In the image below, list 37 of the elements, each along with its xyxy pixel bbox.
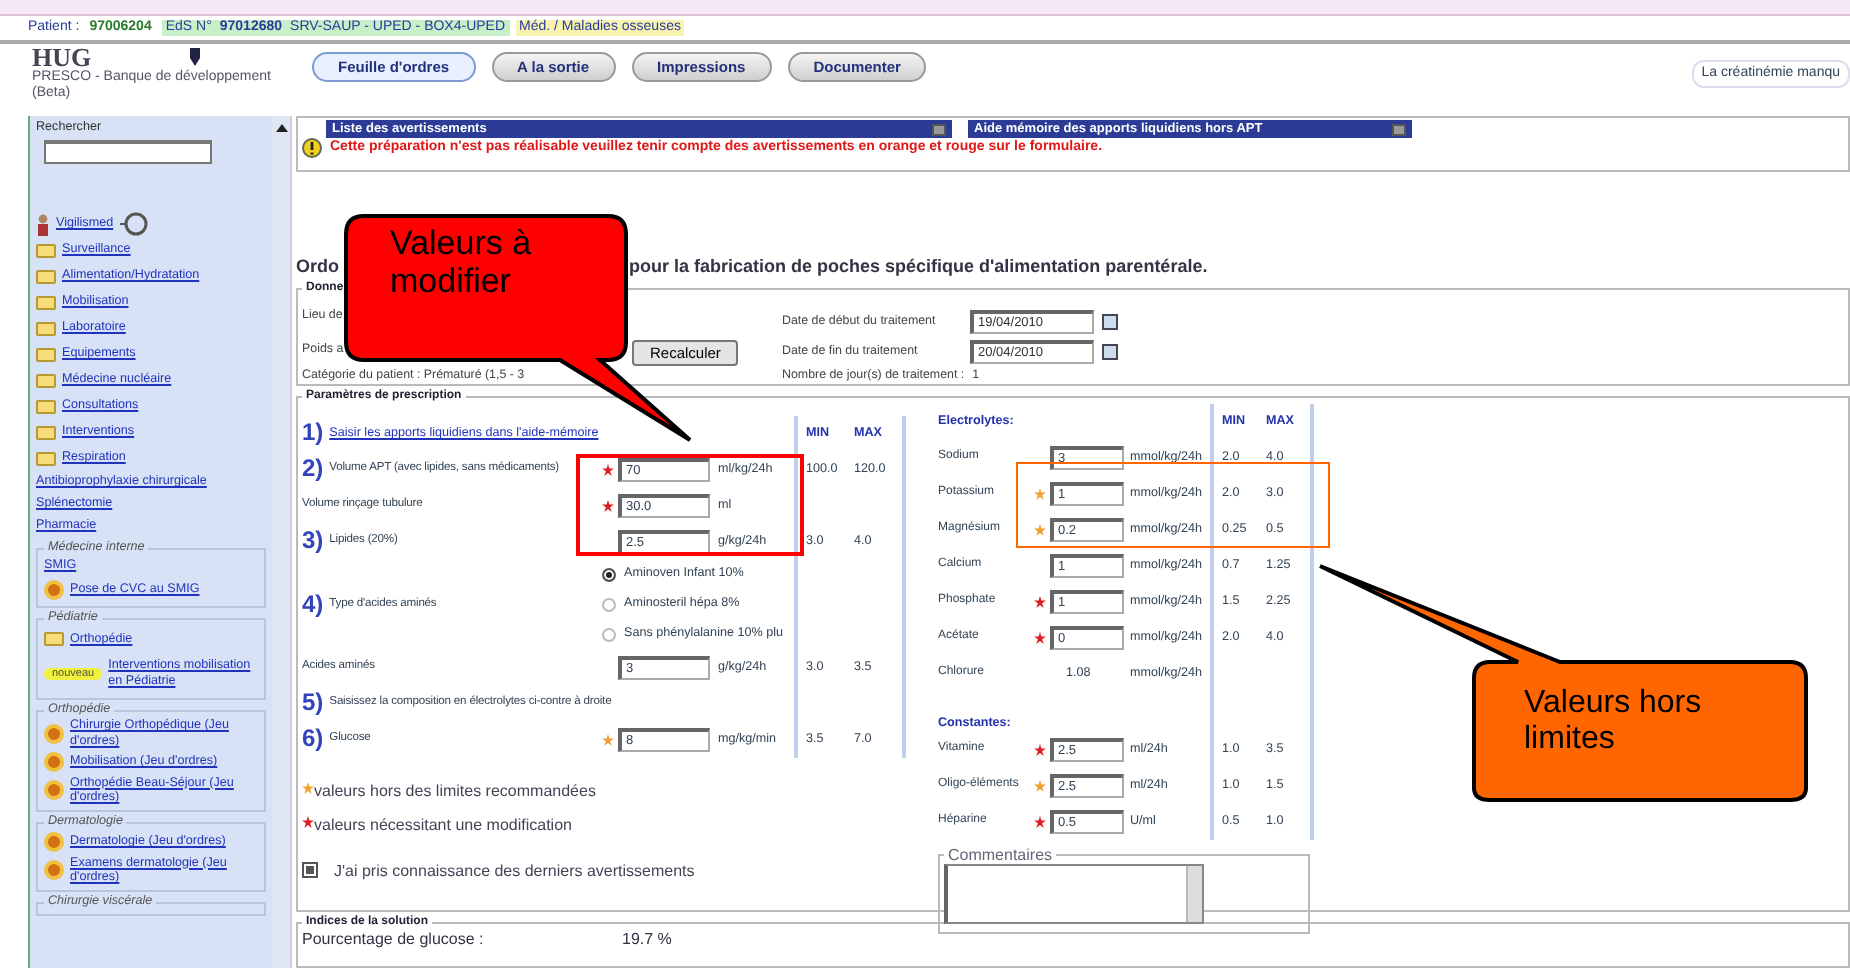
step-number: 2) bbox=[302, 454, 324, 484]
radio-button[interactable] bbox=[602, 597, 616, 612]
warning-icon bbox=[302, 138, 322, 158]
step-number: 1) bbox=[302, 418, 324, 448]
folder-icon bbox=[44, 632, 64, 647]
close-icon[interactable] bbox=[932, 123, 946, 135]
search-field[interactable] bbox=[44, 139, 212, 164]
glucose-label: Pourcentage de glucose : bbox=[302, 929, 486, 949]
callout-text: Valeurs hors limites bbox=[1524, 686, 1704, 757]
flower-icon bbox=[44, 860, 64, 881]
checkbox[interactable] bbox=[302, 862, 318, 879]
person-icon bbox=[36, 213, 50, 236]
logo: HUG bbox=[32, 44, 92, 70]
flower-icon bbox=[44, 752, 64, 772]
scrollbar[interactable] bbox=[1186, 866, 1202, 923]
step-number: 3) bbox=[302, 526, 324, 556]
radio-button[interactable] bbox=[602, 567, 616, 582]
comments-field[interactable] bbox=[944, 864, 1204, 925]
form-title: Ordo bbox=[296, 256, 339, 280]
checkbox-label: J'ai pris connaissance des derniers avertissements bbox=[334, 861, 695, 881]
legend-note: valeurs nécessitant une modification bbox=[314, 815, 572, 835]
glucose-value: 19.7 % bbox=[622, 929, 672, 949]
step-number: 5) bbox=[302, 688, 324, 718]
magnifier-icon bbox=[119, 212, 148, 237]
scroll-up-icon[interactable] bbox=[275, 124, 287, 132]
flower-icon bbox=[44, 579, 64, 600]
form-title: pour la fabrication de poches spécifique d'alimentation parentérale. bbox=[629, 256, 1208, 280]
comments-title: Commentaires bbox=[946, 847, 1055, 865]
close-icon[interactable] bbox=[1392, 123, 1406, 135]
radio-button[interactable] bbox=[602, 627, 616, 642]
flower-icon bbox=[44, 780, 64, 801]
callout-text: Valeurs à modifier bbox=[390, 226, 534, 301]
flower-icon bbox=[44, 832, 64, 853]
step-number: 6) bbox=[302, 724, 324, 754]
flower-icon bbox=[44, 723, 64, 744]
step-number: 4) bbox=[302, 589, 324, 619]
legend-note: valeurs hors des limites recommandées bbox=[314, 781, 596, 801]
